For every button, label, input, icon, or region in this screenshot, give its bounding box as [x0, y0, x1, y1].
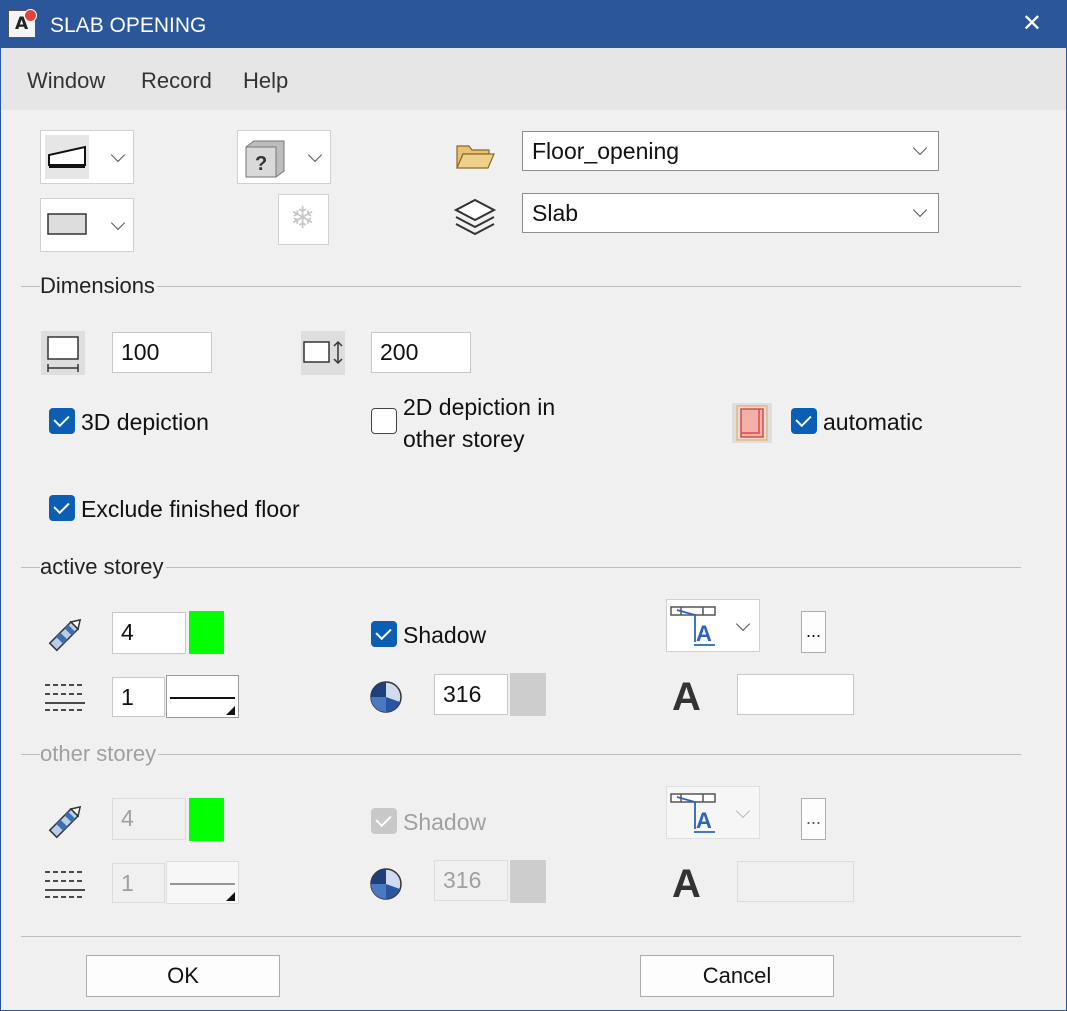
active-line-input[interactable]: 1: [112, 677, 165, 717]
other-shadow-label: Shadow: [403, 809, 487, 835]
slab-opening-dialog: A SLAB OPENING ✕ Window Record Help ? ❄ …: [0, 0, 1067, 1011]
exclude-floor-label: Exclude finished floor: [81, 496, 300, 522]
layer-combo[interactable]: Slab: [522, 193, 939, 233]
dimensions-heading: Dimensions: [40, 273, 157, 299]
menu-help[interactable]: Help: [243, 68, 288, 94]
snowflake-icon: ❄: [290, 201, 316, 236]
text-style-icon: A: [672, 862, 701, 906]
pencil-icon: [48, 618, 82, 652]
svg-text:A: A: [696, 621, 712, 646]
width-icon: [41, 331, 85, 375]
chevron-down-icon: [912, 202, 928, 218]
svg-text:A: A: [696, 808, 712, 833]
active-storey-separator: [21, 567, 1021, 568]
other-storey-heading: other storey: [40, 741, 159, 767]
footer-separator: [21, 936, 1021, 937]
chevron-down-icon: [735, 803, 751, 819]
depth-input[interactable]: 200: [371, 332, 471, 373]
active-label-style-dropdown[interactable]: A: [666, 599, 760, 652]
active-line-type-button[interactable]: [166, 675, 239, 718]
other-pattern-input: 316: [434, 860, 508, 901]
opening-type-dropdown[interactable]: [40, 198, 134, 252]
other-label-style-dropdown: A: [666, 786, 760, 839]
active-pen-color-swatch[interactable]: [189, 611, 224, 654]
active-pattern-input[interactable]: 316: [434, 674, 508, 715]
chevron-down-icon: [110, 147, 126, 163]
other-shadow-checkbox: [371, 808, 397, 834]
depiction-3d-label: 3D depiction: [81, 409, 209, 435]
pattern-pie-icon: [370, 681, 402, 713]
other-pattern-swatch: [510, 860, 546, 903]
other-text-input: [737, 861, 854, 902]
chevron-down-icon: [735, 616, 751, 632]
automatic-label: automatic: [823, 409, 923, 435]
other-pen-color-swatch: [189, 798, 224, 841]
title-bar: A SLAB OPENING ✕: [1, 1, 1066, 48]
attribute-dropdown[interactable]: ?: [237, 130, 331, 184]
width-input[interactable]: 100: [112, 332, 212, 373]
pattern-pie-icon: [370, 868, 402, 900]
depiction-2d-label-line2: other storey: [403, 426, 525, 452]
other-line-input: 1: [112, 863, 165, 903]
exclude-floor-checkbox[interactable]: [49, 495, 75, 521]
depiction-2d-checkbox[interactable]: [371, 408, 397, 434]
other-storey-separator: [21, 754, 1021, 755]
automatic-checkbox[interactable]: [791, 408, 817, 434]
window-title: SLAB OPENING: [50, 14, 207, 37]
line-type-icon: [45, 871, 85, 898]
active-storey-heading: active storey: [40, 554, 166, 580]
freeze-button[interactable]: ❄: [278, 194, 329, 245]
active-pen-input[interactable]: 4: [112, 612, 186, 654]
depth-icon: [301, 331, 345, 375]
component-combo-value: Floor_opening: [532, 138, 680, 164]
app-icon-badge: [24, 9, 37, 22]
slab-shape-icon: [45, 135, 89, 179]
menu-bar: Window Record Help: [1, 48, 1066, 110]
label-style-icon: A: [670, 606, 716, 646]
depiction-2d-label-line1: 2D depiction in: [403, 394, 556, 420]
ok-button[interactable]: OK: [86, 955, 280, 997]
active-text-input[interactable]: [737, 674, 854, 715]
chevron-down-icon: [912, 140, 928, 156]
dimensions-separator: [21, 286, 1021, 287]
active-shadow-checkbox[interactable]: [371, 621, 397, 647]
rectangle-icon: [47, 213, 87, 235]
svg-text:?: ?: [255, 153, 267, 175]
component-combo[interactable]: Floor_opening: [522, 131, 939, 171]
menu-record[interactable]: Record: [141, 68, 212, 94]
other-line-type-button: [166, 861, 239, 904]
chevron-down-icon: [307, 147, 323, 163]
close-icon[interactable]: ✕: [1022, 9, 1042, 37]
active-shadow-label: Shadow: [403, 622, 487, 648]
label-style-icon: A: [670, 793, 716, 833]
line-type-icon: [45, 684, 85, 711]
opening-shape-dropdown[interactable]: [40, 130, 134, 184]
app-icon: A: [8, 9, 37, 38]
solid-line-icon: [170, 883, 235, 901]
cancel-button[interactable]: Cancel: [640, 955, 834, 997]
layers-icon: [454, 198, 496, 236]
surface-icon[interactable]: [732, 403, 772, 443]
depiction-3d-checkbox[interactable]: [49, 408, 75, 434]
other-pen-input: 4: [112, 798, 186, 840]
active-pattern-swatch[interactable]: [510, 673, 546, 716]
text-style-icon: A: [672, 675, 701, 719]
pencil-icon: [48, 805, 82, 839]
unknown-object-icon: ?: [245, 140, 285, 178]
active-more-button[interactable]: ...: [801, 611, 826, 653]
other-more-button[interactable]: ...: [801, 798, 826, 840]
chevron-down-icon: [110, 215, 126, 231]
solid-line-icon: [170, 697, 235, 715]
folder-open-icon: [456, 145, 495, 169]
layer-combo-value: Slab: [532, 200, 579, 226]
menu-window[interactable]: Window: [27, 68, 105, 94]
